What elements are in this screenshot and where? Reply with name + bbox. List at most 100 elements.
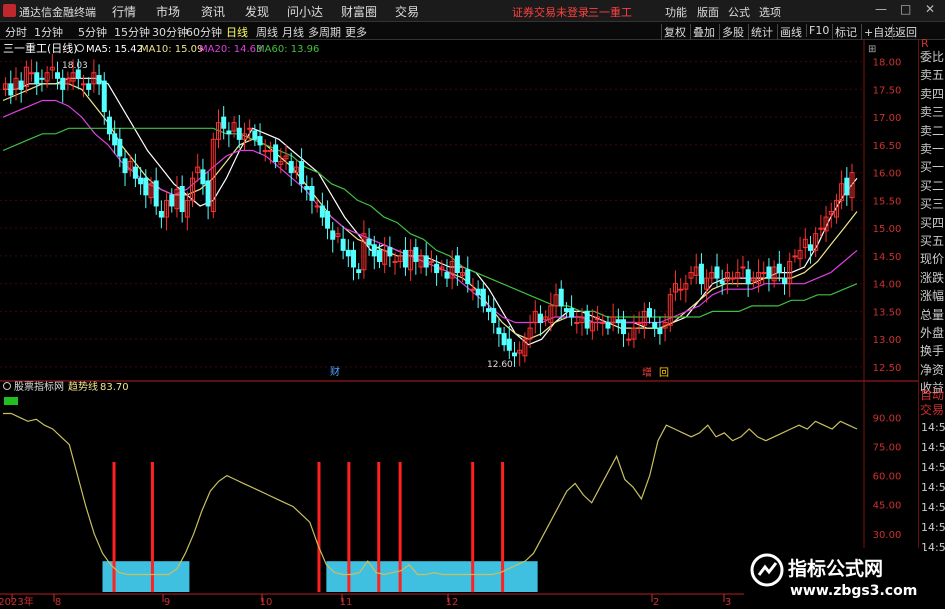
maximize-icon[interactable]: □ (900, 2, 911, 16)
candle (626, 332, 632, 346)
close-icon[interactable]: ✕ (925, 2, 935, 16)
period-5min[interactable]: 5分钟 (78, 24, 107, 40)
tool-multistock[interactable]: 多股 (719, 24, 744, 40)
candle-body (75, 69, 81, 79)
candle-body (200, 169, 206, 185)
candle (698, 253, 704, 295)
tick-time: 14:50 (921, 501, 945, 514)
watermark-banner: 指标公式网 www.zbgs3.com (744, 548, 924, 609)
candle (288, 152, 294, 186)
tool-draw[interactable]: 画线 (777, 24, 802, 40)
candle (226, 122, 232, 148)
indicator-tick-label: 30.00 (873, 530, 902, 541)
indicator-value: 83.70 (100, 382, 129, 393)
period-more[interactable]: 更多 (345, 24, 367, 40)
signal-fill-zone (102, 561, 190, 592)
indicator-settings-icon (3, 382, 11, 390)
sidebar-field-3: 卖三 (920, 105, 945, 120)
trade-login-status[interactable]: 证券交易未登录 (512, 4, 589, 20)
candle (683, 274, 689, 303)
candle (205, 172, 211, 220)
candle (428, 250, 434, 273)
menu-wealth[interactable]: 财富圈 (341, 3, 377, 20)
candle (153, 167, 159, 215)
signal-bar (317, 462, 321, 592)
tool-stats[interactable]: 统计 (748, 24, 773, 40)
candle-body (132, 166, 138, 179)
event-marker-increase[interactable]: 增 (642, 366, 652, 379)
candle (667, 288, 673, 332)
candle-body (351, 249, 357, 268)
candle-body (714, 266, 720, 279)
menu-quotes[interactable]: 行情 (112, 3, 136, 20)
chart-period-label: (日线) (47, 41, 78, 55)
date-tick-label: 3 (725, 597, 731, 608)
tick-time: 14:50 (921, 441, 945, 454)
candle-body (423, 255, 429, 268)
watermark-title: 指标公式网 (788, 558, 884, 580)
candle-body (584, 310, 590, 329)
candle (387, 236, 393, 267)
tool-add-watchlist[interactable]: +自选 (861, 24, 895, 40)
candle-body (807, 244, 813, 251)
candle (802, 228, 808, 259)
date-tick-label: 2023年 (0, 595, 34, 608)
period-60min[interactable]: 60分钟 (186, 24, 222, 40)
period-1min[interactable]: 1分钟 (34, 24, 63, 40)
tool-back[interactable]: 返回 (892, 24, 917, 40)
candle-body (221, 116, 227, 129)
candle-body (605, 322, 611, 329)
candle (496, 319, 502, 347)
sidebar-field-6: 买一 (920, 160, 945, 175)
period-30min[interactable]: 30分钟 (152, 24, 188, 40)
candle-body (486, 308, 492, 312)
event-marker-back[interactable]: 回 (659, 367, 669, 379)
indicator-source: 股票指标网 (14, 380, 64, 393)
menu-market[interactable]: 市场 (156, 3, 180, 20)
candle-body (366, 238, 372, 246)
period-daily[interactable]: 日线 (226, 24, 248, 40)
menu-options[interactable]: 选项 (759, 4, 781, 20)
candle-body (776, 263, 782, 274)
candle-body (169, 194, 175, 207)
menu-news[interactable]: 资讯 (201, 3, 225, 20)
tool-f10[interactable]: F10 (806, 24, 829, 37)
candle (574, 311, 580, 334)
candle (18, 72, 24, 103)
candle (325, 200, 331, 240)
period-weekly[interactable]: 周线 (256, 24, 278, 40)
tool-overlay[interactable]: 叠加 (690, 24, 715, 40)
menu-layout[interactable]: 版面 (697, 4, 719, 20)
candle-body (428, 260, 434, 263)
candle (631, 314, 637, 349)
candle-body (413, 247, 419, 262)
candle (787, 252, 793, 297)
minimize-icon[interactable]: — (875, 2, 887, 16)
period-multi[interactable]: 多周期 (308, 24, 341, 40)
price-tick-label: 13.00 (873, 335, 902, 346)
kline-chart[interactable]: ⊞ 18.00 17.50 17.00 16.50 16.00 15.50 15.00 14.… (0, 40, 918, 609)
chart-grid (0, 40, 918, 609)
candle-body (652, 322, 658, 329)
menu-functions[interactable]: 功能 (665, 4, 687, 20)
menu-formula[interactable]: 公式 (728, 4, 750, 20)
menu-ask[interactable]: 问小达 (287, 3, 323, 20)
menu-trade[interactable]: 交易 (395, 3, 419, 20)
candle (652, 309, 658, 337)
candle-body (558, 288, 564, 307)
candle (184, 191, 190, 231)
candle (641, 302, 647, 339)
menu-discover[interactable]: 发现 (245, 3, 269, 20)
period-timeshare[interactable]: 分时 (5, 24, 27, 40)
candle-body (740, 266, 746, 269)
tool-adjust[interactable]: 复权 (661, 24, 686, 40)
tool-mark[interactable]: 标记 (832, 24, 857, 40)
sidebar-field-1: 卖五 (920, 68, 945, 83)
candle (543, 310, 549, 327)
sidebar-field-17: 净资 (920, 362, 945, 377)
candle-body (96, 75, 102, 85)
period-15min[interactable]: 15分钟 (114, 24, 150, 40)
candle (356, 263, 362, 280)
event-marker-finance[interactable]: 财 (330, 365, 340, 378)
period-monthly[interactable]: 月线 (282, 24, 304, 40)
